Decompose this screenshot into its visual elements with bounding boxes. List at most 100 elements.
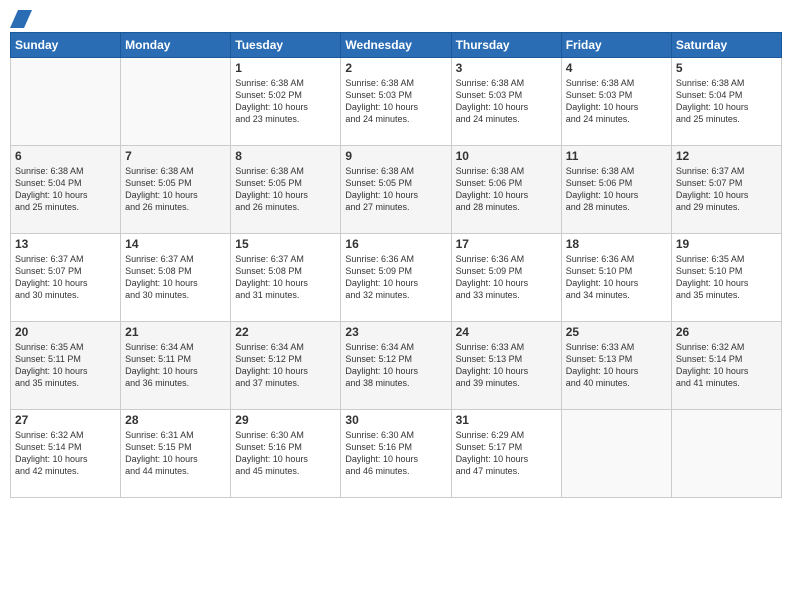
calendar-cell: 12Sunrise: 6:37 AMSunset: 5:07 PMDayligh… [671, 146, 781, 234]
day-number: 1 [235, 61, 336, 75]
calendar-week-row: 1 Sunrise: 6:38 AMSunset: 5:02 PMDaylight… [11, 58, 782, 146]
calendar-cell: 8Sunrise: 6:38 AMSunset: 5:05 PMDaylight… [231, 146, 341, 234]
calendar-cell: 23Sunrise: 6:34 AMSunset: 5:12 PMDayligh… [341, 322, 451, 410]
day-number: 31 [456, 413, 557, 427]
day-number: 2 [345, 61, 446, 75]
day-number: 3 [456, 61, 557, 75]
calendar-cell: 13Sunrise: 6:37 AMSunset: 5:07 PMDayligh… [11, 234, 121, 322]
cell-content: Sunrise: 6:35 AMSunset: 5:11 PMDaylight:… [15, 341, 116, 390]
calendar-cell: 2Sunrise: 6:38 AMSunset: 5:03 PMDaylight… [341, 58, 451, 146]
day-number: 15 [235, 237, 336, 251]
day-number: 20 [15, 325, 116, 339]
day-number: 26 [676, 325, 777, 339]
calendar-header-row: SundayMondayTuesdayWednesdayThursdayFrid… [11, 33, 782, 58]
calendar-cell: 11 Sunrise: 6:38 AMSunset: 5:06 PMDayligh… [561, 146, 671, 234]
calendar-cell: 28Sunrise: 6:31 AMSunset: 5:15 PMDayligh… [121, 410, 231, 498]
page-header [10, 10, 782, 24]
calendar-cell: 18 Sunrise: 6:36 AMSunset: 5:10 PMDayligh… [561, 234, 671, 322]
calendar-cell [671, 410, 781, 498]
day-number: 8 [235, 149, 336, 163]
calendar-cell: 1 Sunrise: 6:38 AMSunset: 5:02 PMDaylight… [231, 58, 341, 146]
day-number: 17 [456, 237, 557, 251]
day-number: 7 [125, 149, 226, 163]
cell-content: Sunrise: 6:34 AMSunset: 5:11 PMDaylight:… [125, 341, 226, 390]
cell-content: Sunrise: 6:38 AMSunset: 5:02 PMDaylight:… [235, 77, 336, 126]
day-header-monday: Monday [121, 33, 231, 58]
day-number: 25 [566, 325, 667, 339]
day-number: 21 [125, 325, 226, 339]
calendar-table: SundayMondayTuesdayWednesdayThursdayFrid… [10, 32, 782, 498]
calendar-cell: 31 Sunrise: 6:29 AMSunset: 5:17 PMDayligh… [451, 410, 561, 498]
cell-content: Sunrise: 6:36 AMSunset: 5:09 PMDaylight:… [345, 253, 446, 302]
cell-content: Sunrise: 6:36 AMSunset: 5:09 PMDaylight:… [456, 253, 557, 302]
calendar-cell: 3 Sunrise: 6:38 AMSunset: 5:03 PMDaylight… [451, 58, 561, 146]
day-number: 14 [125, 237, 226, 251]
cell-content: Sunrise: 6:33 AMSunset: 5:13 PMDaylight:… [456, 341, 557, 390]
cell-content: Sunrise: 6:30 AMSunset: 5:16 PMDaylight:… [235, 429, 336, 478]
calendar-cell: 7 Sunrise: 6:38 AMSunset: 5:05 PMDaylight… [121, 146, 231, 234]
calendar-cell: 9 Sunrise: 6:38 AMSunset: 5:05 PMDaylight… [341, 146, 451, 234]
calendar-cell: 21 Sunrise: 6:34 AMSunset: 5:11 PMDayligh… [121, 322, 231, 410]
day-header-saturday: Saturday [671, 33, 781, 58]
calendar-cell: 14 Sunrise: 6:37 AMSunset: 5:08 PMDayligh… [121, 234, 231, 322]
calendar-cell: 24 Sunrise: 6:33 AMSunset: 5:13 PMDayligh… [451, 322, 561, 410]
cell-content: Sunrise: 6:32 AMSunset: 5:14 PMDaylight:… [676, 341, 777, 390]
cell-content: Sunrise: 6:38 AMSunset: 5:06 PMDaylight:… [456, 165, 557, 214]
cell-content: Sunrise: 6:33 AMSunset: 5:13 PMDaylight:… [566, 341, 667, 390]
day-number: 29 [235, 413, 336, 427]
cell-content: Sunrise: 6:37 AMSunset: 5:08 PMDaylight:… [235, 253, 336, 302]
calendar-cell: 29 Sunrise: 6:30 AMSunset: 5:16 PMDayligh… [231, 410, 341, 498]
cell-content: Sunrise: 6:38 AMSunset: 5:03 PMDaylight:… [566, 77, 667, 126]
cell-content: Sunrise: 6:38 AMSunset: 5:05 PMDaylight:… [125, 165, 226, 214]
calendar-cell: 15 Sunrise: 6:37 AMSunset: 5:08 PMDayligh… [231, 234, 341, 322]
day-number: 30 [345, 413, 446, 427]
calendar-cell: 10 Sunrise: 6:38 AMSunset: 5:06 PMDayligh… [451, 146, 561, 234]
cell-content: Sunrise: 6:38 AMSunset: 5:04 PMDaylight:… [15, 165, 116, 214]
cell-content: Sunrise: 6:31 AMSunset: 5:15 PMDaylight:… [125, 429, 226, 478]
calendar-cell: 4Sunrise: 6:38 AMSunset: 5:03 PMDaylight… [561, 58, 671, 146]
day-header-friday: Friday [561, 33, 671, 58]
day-header-wednesday: Wednesday [341, 33, 451, 58]
logo-bird-icon [10, 10, 32, 28]
cell-content: Sunrise: 6:34 AMSunset: 5:12 PMDaylight:… [235, 341, 336, 390]
calendar-week-row: 13Sunrise: 6:37 AMSunset: 5:07 PMDayligh… [11, 234, 782, 322]
calendar-week-row: 6 Sunrise: 6:38 AMSunset: 5:04 PMDaylight… [11, 146, 782, 234]
day-number: 19 [676, 237, 777, 251]
day-number: 6 [15, 149, 116, 163]
cell-content: Sunrise: 6:38 AMSunset: 5:05 PMDaylight:… [345, 165, 446, 214]
calendar-cell: 27 Sunrise: 6:32 AMSunset: 5:14 PMDayligh… [11, 410, 121, 498]
cell-content: Sunrise: 6:37 AMSunset: 5:08 PMDaylight:… [125, 253, 226, 302]
calendar-cell: 26 Sunrise: 6:32 AMSunset: 5:14 PMDayligh… [671, 322, 781, 410]
calendar-cell: 25 Sunrise: 6:33 AMSunset: 5:13 PMDayligh… [561, 322, 671, 410]
cell-content: Sunrise: 6:38 AMSunset: 5:03 PMDaylight:… [456, 77, 557, 126]
day-number: 5 [676, 61, 777, 75]
day-header-tuesday: Tuesday [231, 33, 341, 58]
cell-content: Sunrise: 6:38 AMSunset: 5:06 PMDaylight:… [566, 165, 667, 214]
cell-content: Sunrise: 6:36 AMSunset: 5:10 PMDaylight:… [566, 253, 667, 302]
day-number: 24 [456, 325, 557, 339]
day-number: 27 [15, 413, 116, 427]
calendar-cell: 5 Sunrise: 6:38 AMSunset: 5:04 PMDaylight… [671, 58, 781, 146]
calendar-cell [11, 58, 121, 146]
calendar-week-row: 27 Sunrise: 6:32 AMSunset: 5:14 PMDayligh… [11, 410, 782, 498]
day-number: 10 [456, 149, 557, 163]
calendar-cell: 17 Sunrise: 6:36 AMSunset: 5:09 PMDayligh… [451, 234, 561, 322]
day-header-sunday: Sunday [11, 33, 121, 58]
calendar-cell: 22Sunrise: 6:34 AMSunset: 5:12 PMDayligh… [231, 322, 341, 410]
calendar-week-row: 20 Sunrise: 6:35 AMSunset: 5:11 PMDayligh… [11, 322, 782, 410]
cell-content: Sunrise: 6:35 AMSunset: 5:10 PMDaylight:… [676, 253, 777, 302]
calendar-cell: 20 Sunrise: 6:35 AMSunset: 5:11 PMDayligh… [11, 322, 121, 410]
cell-content: Sunrise: 6:38 AMSunset: 5:04 PMDaylight:… [676, 77, 777, 126]
cell-content: Sunrise: 6:32 AMSunset: 5:14 PMDaylight:… [15, 429, 116, 478]
day-number: 9 [345, 149, 446, 163]
day-header-thursday: Thursday [451, 33, 561, 58]
day-number: 11 [566, 149, 667, 163]
logo [10, 10, 32, 24]
day-number: 12 [676, 149, 777, 163]
day-number: 23 [345, 325, 446, 339]
calendar-cell: 30Sunrise: 6:30 AMSunset: 5:16 PMDayligh… [341, 410, 451, 498]
calendar-cell [121, 58, 231, 146]
cell-content: Sunrise: 6:29 AMSunset: 5:17 PMDaylight:… [456, 429, 557, 478]
day-number: 18 [566, 237, 667, 251]
cell-content: Sunrise: 6:37 AMSunset: 5:07 PMDaylight:… [15, 253, 116, 302]
